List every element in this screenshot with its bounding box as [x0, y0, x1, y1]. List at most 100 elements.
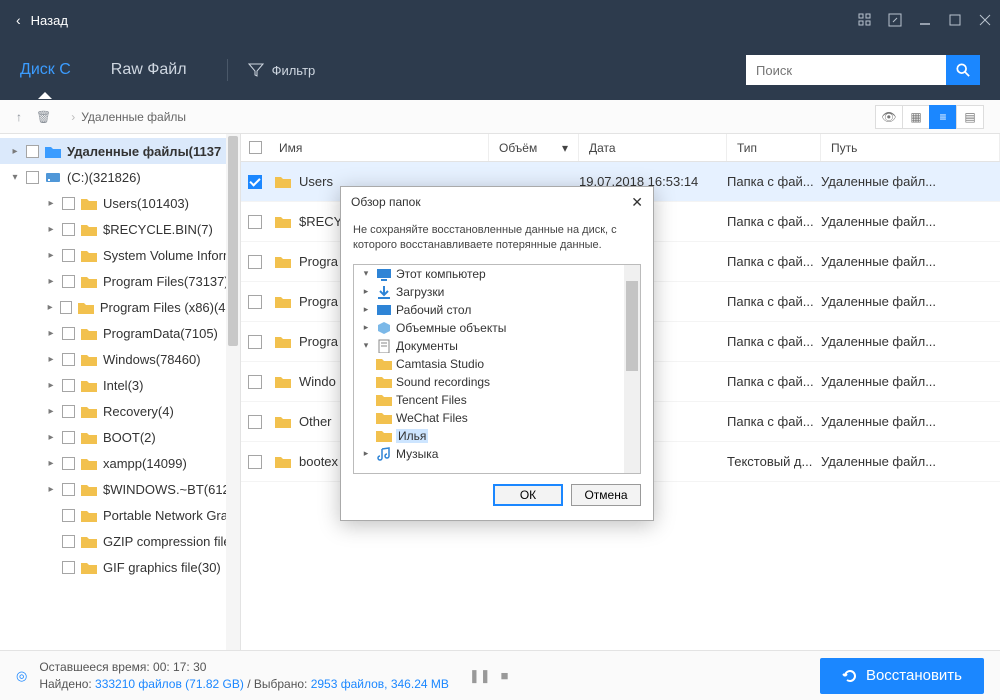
- tree-item[interactable]: ▸ ProgramData(7105): [0, 320, 240, 346]
- dialog-scrollbar[interactable]: [624, 265, 640, 473]
- chevron-right-icon[interactable]: ▸: [44, 328, 58, 339]
- row-checkbox-cell[interactable]: [241, 255, 269, 269]
- chevron-right-icon[interactable]: ▸: [44, 198, 58, 209]
- view-detail-button[interactable]: ▤: [956, 105, 984, 129]
- close-button[interactable]: [970, 5, 1000, 35]
- tree-item[interactable]: GZIP compression file(: [0, 528, 240, 554]
- chevron-right-icon[interactable]: ▸: [44, 224, 58, 235]
- dialog-close-button[interactable]: ✕: [631, 194, 643, 211]
- tree-item[interactable]: ▸ Program Files(73137): [0, 268, 240, 294]
- checkbox[interactable]: [248, 415, 262, 429]
- checkbox[interactable]: [62, 223, 75, 236]
- chevron-down-icon[interactable]: ▾: [8, 172, 22, 183]
- tree-root-drive[interactable]: ▾ (C:)(321826): [0, 164, 240, 190]
- checkbox[interactable]: [249, 141, 262, 154]
- scrollbar-thumb[interactable]: [626, 281, 638, 371]
- chevron-right-icon[interactable]: ▸: [44, 458, 58, 469]
- chevron-right-icon[interactable]: ▸: [44, 432, 58, 443]
- maximize2-icon[interactable]: [880, 5, 910, 35]
- tree-item[interactable]: ▸ Windows(78460): [0, 346, 240, 372]
- dialog-tree-item[interactable]: Camtasia Studio: [354, 355, 640, 373]
- chevron-right-icon[interactable]: ▸: [44, 276, 58, 287]
- view-preview-button[interactable]: 👁: [875, 105, 903, 129]
- trash-icon[interactable]: 🗑: [36, 110, 51, 124]
- minimize-button[interactable]: [910, 5, 940, 35]
- tree-item[interactable]: ▸ Recovery(4): [0, 398, 240, 424]
- row-checkbox-cell[interactable]: [241, 215, 269, 229]
- row-checkbox-cell[interactable]: [241, 295, 269, 309]
- tab-raw-file[interactable]: Raw Файл: [111, 51, 187, 89]
- checkbox[interactable]: [62, 483, 75, 496]
- maximize-button[interactable]: [940, 5, 970, 35]
- sidebar-scrollbar[interactable]: [226, 134, 240, 650]
- up-arrow-icon[interactable]: ↑: [16, 110, 22, 124]
- chevron-icon[interactable]: ▾: [360, 268, 372, 279]
- row-checkbox-cell[interactable]: [241, 175, 269, 189]
- chevron-icon[interactable]: ▸: [360, 448, 372, 459]
- dialog-tree-item[interactable]: Tencent Files: [354, 391, 640, 409]
- dialog-cancel-button[interactable]: Отмена: [571, 484, 641, 506]
- checkbox[interactable]: [62, 457, 75, 470]
- dialog-tree-item[interactable]: ▸ Объемные объекты: [354, 319, 640, 337]
- checkbox[interactable]: [248, 335, 262, 349]
- checkbox[interactable]: [248, 255, 262, 269]
- checkbox[interactable]: [62, 509, 75, 522]
- checkbox[interactable]: [62, 249, 75, 262]
- tree-item[interactable]: ▸ System Volume Inform: [0, 242, 240, 268]
- dialog-tree-item[interactable]: ▸ Рабочий стол: [354, 301, 640, 319]
- chevron-right-icon[interactable]: ▸: [44, 354, 58, 365]
- row-checkbox-cell[interactable]: [241, 415, 269, 429]
- dialog-tree-item[interactable]: Илья: [354, 427, 640, 445]
- search-button[interactable]: [946, 55, 980, 85]
- checkbox[interactable]: [62, 197, 75, 210]
- dialog-titlebar[interactable]: Обзор папок ✕: [341, 187, 653, 217]
- search-input[interactable]: [746, 55, 946, 85]
- col-date[interactable]: Дата: [579, 134, 727, 161]
- checkbox[interactable]: [62, 405, 75, 418]
- checkbox[interactable]: [248, 215, 262, 229]
- chevron-icon[interactable]: ▸: [360, 286, 372, 297]
- chevron-icon[interactable]: ▸: [360, 304, 372, 315]
- chevron-right-icon[interactable]: ▸: [44, 380, 58, 391]
- dialog-tree-item[interactable]: ▾ Документы: [354, 337, 640, 355]
- checkbox[interactable]: [248, 455, 262, 469]
- grid-icon[interactable]: [850, 5, 880, 35]
- checkbox[interactable]: [62, 379, 75, 392]
- dialog-tree-item[interactable]: Sound recordings: [354, 373, 640, 391]
- tree-item[interactable]: ▸ xampp(14099): [0, 450, 240, 476]
- tree-item[interactable]: GIF graphics file(30): [0, 554, 240, 580]
- dialog-tree-item[interactable]: ▸ Музыка: [354, 445, 640, 463]
- checkbox[interactable]: [62, 561, 75, 574]
- checkbox[interactable]: [26, 171, 39, 184]
- chevron-right-icon[interactable]: ▸: [8, 146, 22, 157]
- tree-item[interactable]: Portable Network Grap: [0, 502, 240, 528]
- checkbox[interactable]: [248, 295, 262, 309]
- checkbox[interactable]: [60, 301, 72, 314]
- tree-item[interactable]: ▸ Intel(3): [0, 372, 240, 398]
- view-list-button[interactable]: ≡: [929, 105, 957, 129]
- dialog-tree-item[interactable]: ▾ Этот компьютер: [354, 265, 640, 283]
- header-checkbox-cell[interactable]: [241, 141, 269, 154]
- tree-item[interactable]: ▸ $WINDOWS.~BT(612): [0, 476, 240, 502]
- row-checkbox-cell[interactable]: [241, 335, 269, 349]
- pause-icon[interactable]: ❚❚: [469, 668, 491, 684]
- tree-item[interactable]: ▸ Users(101403): [0, 190, 240, 216]
- checkbox[interactable]: [62, 275, 75, 288]
- col-path[interactable]: Путь: [821, 134, 1000, 161]
- col-name[interactable]: Имя: [269, 134, 489, 161]
- col-type[interactable]: Тип: [727, 134, 821, 161]
- checkbox[interactable]: [62, 431, 75, 444]
- chevron-right-icon[interactable]: ▸: [44, 406, 58, 417]
- chevron-right-icon[interactable]: ▸: [44, 250, 58, 261]
- dialog-ok-button[interactable]: ОК: [493, 484, 563, 506]
- view-grid-button[interactable]: ▦: [902, 105, 930, 129]
- dialog-tree-item[interactable]: ▸ Загрузки: [354, 283, 640, 301]
- tree-item[interactable]: ▸ BOOT(2): [0, 424, 240, 450]
- row-checkbox-cell[interactable]: [241, 455, 269, 469]
- chevron-right-icon[interactable]: ▸: [44, 302, 56, 313]
- col-volume[interactable]: Объём ▾: [489, 134, 579, 161]
- tab-disk-c[interactable]: Диск C: [20, 51, 71, 89]
- checkbox[interactable]: [248, 375, 262, 389]
- tree-item[interactable]: ▸ $RECYCLE.BIN(7): [0, 216, 240, 242]
- tree-root-deleted[interactable]: ▸ Удаленные файлы(1137: [0, 138, 240, 164]
